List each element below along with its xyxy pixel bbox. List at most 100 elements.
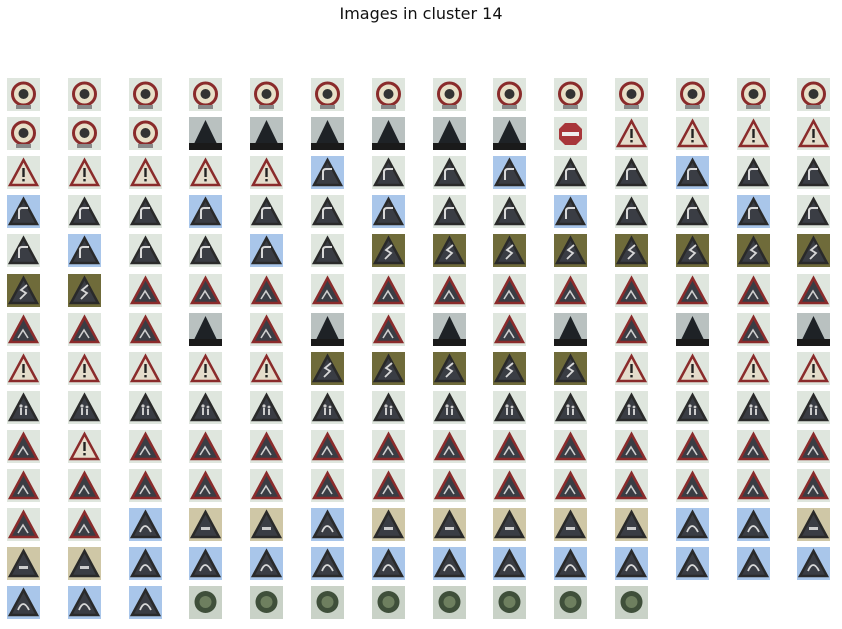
- cluster-thumbnail: [372, 391, 405, 424]
- cluster-thumbnail: [797, 313, 830, 346]
- cluster-thumbnail: [797, 156, 830, 189]
- cluster-thumbnail: [189, 352, 222, 385]
- cluster-thumbnail: [493, 508, 526, 541]
- cluster-thumbnail: [493, 547, 526, 580]
- cluster-thumbnail: [615, 156, 648, 189]
- cluster-thumbnail: [433, 234, 466, 267]
- cluster-thumbnail: [7, 547, 40, 580]
- cluster-thumbnail: [311, 313, 344, 346]
- cluster-thumbnail: [493, 391, 526, 424]
- cluster-thumbnail: [433, 586, 466, 619]
- cluster-thumbnail: [189, 195, 222, 228]
- cluster-thumbnail: [676, 78, 709, 111]
- cluster-thumbnail: [311, 78, 344, 111]
- cluster-thumbnail: [372, 586, 405, 619]
- cluster-thumbnail: [615, 586, 648, 619]
- cluster-thumbnail: [7, 274, 40, 307]
- cluster-thumbnail: [311, 274, 344, 307]
- cluster-thumbnail: [68, 234, 101, 267]
- cluster-thumbnail: [68, 508, 101, 541]
- cluster-thumbnail: [129, 78, 162, 111]
- cluster-thumbnail: [554, 195, 587, 228]
- cluster-thumbnail: [615, 391, 648, 424]
- cluster-thumbnail: [737, 352, 770, 385]
- cluster-thumbnail: [250, 430, 283, 463]
- cluster-thumbnail: [372, 234, 405, 267]
- cluster-thumbnail: [676, 469, 709, 502]
- cluster-thumbnail: [493, 156, 526, 189]
- cluster-thumbnail: [676, 313, 709, 346]
- cluster-thumbnail: [129, 586, 162, 619]
- cluster-thumbnail: [797, 352, 830, 385]
- cluster-thumbnail: [311, 117, 344, 150]
- cluster-thumbnail: [7, 313, 40, 346]
- cluster-thumbnail: [615, 78, 648, 111]
- cluster-thumbnail: [189, 469, 222, 502]
- cluster-thumbnail: [7, 430, 40, 463]
- cluster-thumbnail: [7, 195, 40, 228]
- cluster-thumbnail: [189, 586, 222, 619]
- cluster-thumbnail: [129, 117, 162, 150]
- cluster-thumbnail: [7, 469, 40, 502]
- cluster-thumbnail: [311, 586, 344, 619]
- cluster-thumbnail: [433, 313, 466, 346]
- cluster-thumbnail: [189, 508, 222, 541]
- cluster-thumbnail: [797, 274, 830, 307]
- cluster-thumbnail: [250, 547, 283, 580]
- cluster-thumbnail: [129, 195, 162, 228]
- cluster-thumbnail: [615, 195, 648, 228]
- cluster-thumbnail: [250, 156, 283, 189]
- cluster-thumbnail: [433, 430, 466, 463]
- cluster-thumbnail: [311, 508, 344, 541]
- cluster-thumbnail: [737, 469, 770, 502]
- cluster-thumbnail: [554, 234, 587, 267]
- cluster-thumbnail: [68, 352, 101, 385]
- cluster-thumbnail: [615, 274, 648, 307]
- cluster-thumbnail: [676, 234, 709, 267]
- cluster-thumbnail: [433, 547, 466, 580]
- cluster-thumbnail: [797, 508, 830, 541]
- cluster-thumbnail: [311, 430, 344, 463]
- cluster-thumbnail: [615, 352, 648, 385]
- cluster-thumbnail: [250, 469, 283, 502]
- cluster-thumbnail: [676, 117, 709, 150]
- cluster-thumbnail: [372, 195, 405, 228]
- cluster-thumbnail: [737, 508, 770, 541]
- cluster-thumbnail: [189, 78, 222, 111]
- cluster-thumbnail: [68, 313, 101, 346]
- cluster-thumbnail: [615, 469, 648, 502]
- cluster-thumbnail: [68, 78, 101, 111]
- cluster-thumbnail: [250, 234, 283, 267]
- cluster-thumbnail: [493, 234, 526, 267]
- cluster-thumbnail: [737, 78, 770, 111]
- cluster-thumbnail: [554, 391, 587, 424]
- cluster-thumbnail: [493, 313, 526, 346]
- cluster-thumbnail: [250, 508, 283, 541]
- cluster-thumbnail: [7, 117, 40, 150]
- cluster-thumbnail: [189, 391, 222, 424]
- cluster-thumbnail: [676, 547, 709, 580]
- cluster-thumbnail: [250, 195, 283, 228]
- cluster-thumbnail: [433, 274, 466, 307]
- cluster-thumbnail: [554, 547, 587, 580]
- cluster-thumbnail: [189, 156, 222, 189]
- cluster-thumbnail: [129, 430, 162, 463]
- cluster-thumbnail: [493, 469, 526, 502]
- cluster-thumbnail: [737, 195, 770, 228]
- cluster-thumbnail: [189, 547, 222, 580]
- cluster-thumbnail: [311, 234, 344, 267]
- cluster-thumbnail: [129, 391, 162, 424]
- cluster-thumbnail: [129, 234, 162, 267]
- cluster-thumbnail: [372, 274, 405, 307]
- cluster-thumbnail: [493, 78, 526, 111]
- cluster-thumbnail: [189, 234, 222, 267]
- cluster-thumbnail: [189, 313, 222, 346]
- cluster-thumbnail: [554, 313, 587, 346]
- cluster-thumbnail: [676, 430, 709, 463]
- cluster-thumbnail: [7, 78, 40, 111]
- cluster-thumbnail: [250, 117, 283, 150]
- cluster-thumbnail: [493, 430, 526, 463]
- cluster-thumbnail: [676, 274, 709, 307]
- cluster-thumbnail: [493, 117, 526, 150]
- cluster-thumbnail: [797, 469, 830, 502]
